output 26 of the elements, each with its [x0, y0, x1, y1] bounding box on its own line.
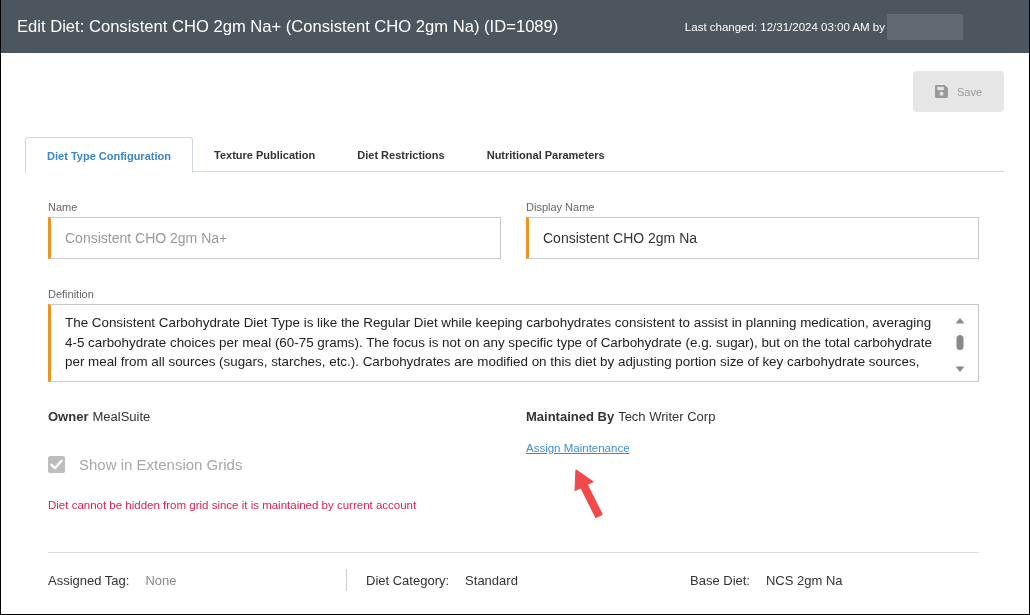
definition-field[interactable]: The Consistent Carbohydrate Diet Type is like the Regular Diet while keeping carbohydrates consistent to assist in planning medication, averaging 4-5 carbohydrate choices per meal (60-75 grams). The focus is not on any specific type of Carbohydrate (e.g. sugar), but on the total carbohydrate per meal from all sources (sugars, starches, etc.). Carbohydrates are modified on this diet by adjusting portion size of key carbohydrate sources,: [48, 304, 979, 382]
footer-label: Base Diet:: [690, 572, 750, 588]
save-icon: [934, 85, 948, 98]
checkbox-label: Show in Extension Grids: [79, 455, 243, 473]
warning-message: Diet cannot be hidden from grid since it is maintained by current account: [48, 498, 418, 512]
field-label: Display Name: [526, 201, 596, 214]
window-title: Edit Diet: Consistent CHO 2gm Na+ (Consistent CHO 2gm Na) (ID=1089): [17, 16, 559, 37]
assign-maintenance-link[interactable]: Assign Maintenance: [526, 442, 630, 454]
footer-value: NCS 2gm Na: [766, 572, 843, 588]
field-label: Name: [48, 201, 79, 214]
pointer-arrow: [574, 469, 604, 519]
tab[interactable]: Nutritional Parameters: [465, 137, 626, 172]
owner-label: Owner: [48, 408, 89, 425]
footer-label: Assigned Tag:: [48, 572, 130, 588]
maintained-by-label: Maintained By: [526, 408, 615, 425]
text-field[interactable]: Consistent CHO 2gm Na: [526, 217, 979, 259]
footer-value: None: [145, 572, 177, 588]
tab[interactable]: Diet Restrictions: [336, 137, 466, 172]
footer-value: Standard: [465, 572, 518, 588]
owner-value: MealSuite: [92, 408, 151, 425]
footer-label: Diet Category:: [366, 572, 450, 588]
maintained-by-value: Tech Writer Corp: [618, 408, 716, 425]
tab[interactable]: Texture Publication: [193, 137, 337, 172]
field-label: Definition: [48, 288, 95, 301]
last-changed-text: Last changed: 12/31/2024 03:00 AM by: [684, 20, 885, 33]
tab[interactable]: Diet Type Configuration: [25, 137, 193, 173]
